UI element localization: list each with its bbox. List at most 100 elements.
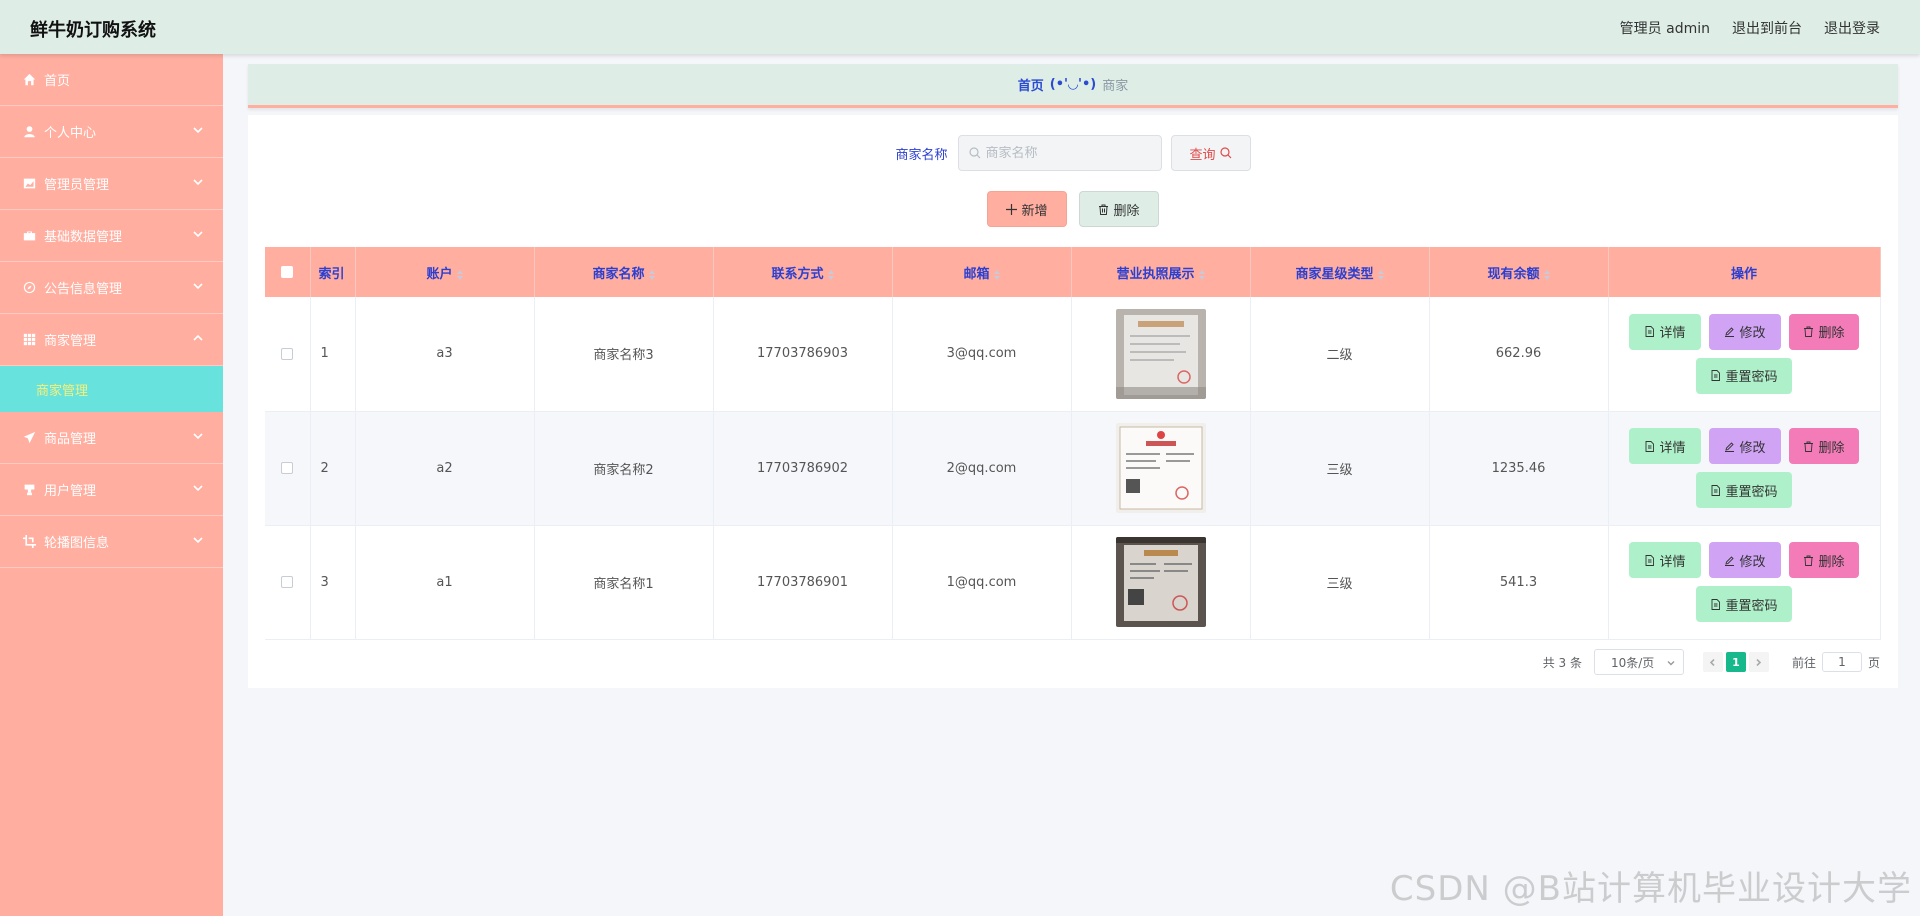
next-page-button[interactable] xyxy=(1748,652,1769,672)
add-button[interactable]: 新增 xyxy=(987,191,1067,227)
column-header-label: 商家名称 xyxy=(592,266,645,282)
table-header-row: 索引 账户 商家名称 联系方式 邮箱 营业执照展示 商家星级类型 现有余额 操作 xyxy=(265,247,1881,297)
delete-button[interactable]: 删除 xyxy=(1789,428,1859,464)
license-image[interactable] xyxy=(1115,308,1206,399)
edit-button[interactable]: 修改 xyxy=(1709,542,1781,578)
sidebar-item-product-management[interactable]: 商品管理 xyxy=(0,412,223,464)
logout-link[interactable]: 退出登录 xyxy=(1824,18,1880,38)
cell-account: a2 xyxy=(355,411,535,526)
sidebar-item-label: 公告信息管理 xyxy=(44,282,123,297)
reset-password-button[interactable]: 重置密码 xyxy=(1696,357,1792,394)
search-label: 商家名称 xyxy=(895,147,948,163)
merchant-table: 索引 账户 商家名称 联系方式 邮箱 营业执照展示 商家星级类型 现有余额 操作… xyxy=(265,247,1881,640)
search-input-wrapper[interactable] xyxy=(957,135,1162,171)
sort-icon[interactable] xyxy=(1377,269,1384,280)
cell-email: 2@qq.com xyxy=(892,411,1072,526)
sidebar-item-label: 个人中心 xyxy=(44,126,97,141)
cell-merchant-name: 商家名称3 xyxy=(534,297,714,412)
sort-icon[interactable] xyxy=(993,269,1000,280)
reset-password-button[interactable]: 重置密码 xyxy=(1696,472,1792,508)
cell-operations: 详情 修改 删除 重置密码 xyxy=(1608,297,1881,412)
column-header-label: 商家星级类型 xyxy=(1295,266,1374,282)
crop-icon xyxy=(22,535,36,549)
chevron-left-icon xyxy=(1710,658,1716,666)
table-row: 3 a1 商家名称1 17703786901 1@qq.com 三级 541.3… xyxy=(265,525,1881,640)
breadcrumb-home[interactable]: 首页 xyxy=(1018,75,1044,94)
chevron-down-icon xyxy=(193,534,203,544)
edit-icon xyxy=(1725,441,1735,452)
sidebar-item-merchant-management[interactable]: 商家管理 xyxy=(0,314,223,366)
detail-button[interactable]: 详情 xyxy=(1629,542,1701,578)
search-input[interactable] xyxy=(985,145,1156,161)
license-image[interactable] xyxy=(1115,537,1206,627)
pagination-total: 共 3 条 xyxy=(1542,655,1582,670)
pagination: 共 3 条 10条/页 1 前往 1 页 xyxy=(1543,649,1880,675)
stamp-icon xyxy=(22,483,36,497)
column-header-balance[interactable]: 现有余额 xyxy=(1429,247,1609,297)
sidebar-item-carousel[interactable]: 轮播图信息 xyxy=(0,516,223,568)
column-header-level[interactable]: 商家星级类型 xyxy=(1250,247,1430,297)
cell-phone: 17703786901 xyxy=(713,525,893,640)
delete-button[interactable]: 删除 xyxy=(1789,313,1859,350)
edit-icon xyxy=(1725,555,1735,566)
column-header-license[interactable]: 营业执照展示 xyxy=(1071,247,1251,297)
cell-index: 1 xyxy=(310,297,356,412)
sort-icon[interactable] xyxy=(1543,269,1550,280)
chevron-up-icon xyxy=(193,332,203,342)
row-select-cell xyxy=(265,525,311,640)
cell-account: a3 xyxy=(355,297,535,412)
document-icon xyxy=(1712,484,1721,496)
exit-to-front-link[interactable]: 退出到前台 xyxy=(1732,18,1802,38)
query-button[interactable]: 查询 xyxy=(1170,135,1251,171)
select-all-cell xyxy=(265,247,311,297)
sidebar-item-announcement[interactable]: 公告信息管理 xyxy=(0,262,223,314)
cell-phone: 17703786902 xyxy=(713,411,893,526)
sidebar-item-personal-center[interactable]: 个人中心 xyxy=(0,106,223,158)
document-icon xyxy=(1712,370,1721,382)
sidebar-item-user-management[interactable]: 用户管理 xyxy=(0,464,223,516)
column-header-contact[interactable]: 联系方式 xyxy=(713,247,893,297)
sort-icon[interactable] xyxy=(1198,269,1205,280)
column-header-label: 账户 xyxy=(426,266,453,282)
row-select-cell xyxy=(265,411,311,526)
breadcrumb-separator: (•'◡'•) xyxy=(1049,77,1097,92)
edit-button[interactable]: 修改 xyxy=(1709,428,1781,464)
select-all-checkbox[interactable] xyxy=(281,266,294,278)
batch-delete-button[interactable]: 删除 xyxy=(1079,191,1159,227)
app-title: 鲜牛奶订购系统 xyxy=(30,20,156,41)
column-header-email[interactable]: 邮箱 xyxy=(892,247,1072,297)
cell-level: 三级 xyxy=(1250,525,1430,640)
row-checkbox[interactable] xyxy=(281,462,294,474)
row-checkbox[interactable] xyxy=(281,347,294,360)
cell-balance: 662.96 xyxy=(1429,297,1609,412)
cell-account: a1 xyxy=(355,525,535,640)
prev-page-button[interactable] xyxy=(1702,652,1723,672)
sort-icon[interactable] xyxy=(827,269,834,280)
license-image[interactable] xyxy=(1115,423,1206,513)
column-header-account[interactable]: 账户 xyxy=(355,247,535,297)
sidebar-item-home[interactable]: 首页 xyxy=(0,54,223,106)
page-size-value: 10条/页 xyxy=(1610,655,1655,670)
sidebar-item-basic-data[interactable]: 基础数据管理 xyxy=(0,210,223,262)
edit-button-label: 修改 xyxy=(1739,440,1766,456)
cell-balance: 1235.46 xyxy=(1429,411,1609,526)
batch-delete-button-label: 删除 xyxy=(1113,203,1140,219)
goto-page-input[interactable]: 1 xyxy=(1821,652,1862,672)
sidebar-item-admin-management[interactable]: 管理员管理 xyxy=(0,158,223,210)
edit-button-label: 修改 xyxy=(1739,554,1766,570)
detail-button[interactable]: 详情 xyxy=(1629,313,1701,350)
page-number-current[interactable]: 1 xyxy=(1725,652,1746,672)
submenu-item-merchant-management[interactable]: 商家管理 xyxy=(0,366,223,412)
row-checkbox[interactable] xyxy=(281,576,294,588)
cell-license xyxy=(1071,525,1251,640)
reset-password-button[interactable]: 重置密码 xyxy=(1696,586,1792,622)
chart-icon xyxy=(22,177,36,191)
sort-icon[interactable] xyxy=(456,269,463,280)
delete-button[interactable]: 删除 xyxy=(1789,542,1859,578)
column-header-merchant-name[interactable]: 商家名称 xyxy=(534,247,714,297)
sort-icon[interactable] xyxy=(648,269,655,280)
edit-button[interactable]: 修改 xyxy=(1709,313,1781,350)
detail-button[interactable]: 详情 xyxy=(1629,428,1701,464)
document-icon xyxy=(1646,554,1655,566)
page-size-select[interactable]: 10条/页 xyxy=(1593,649,1684,675)
